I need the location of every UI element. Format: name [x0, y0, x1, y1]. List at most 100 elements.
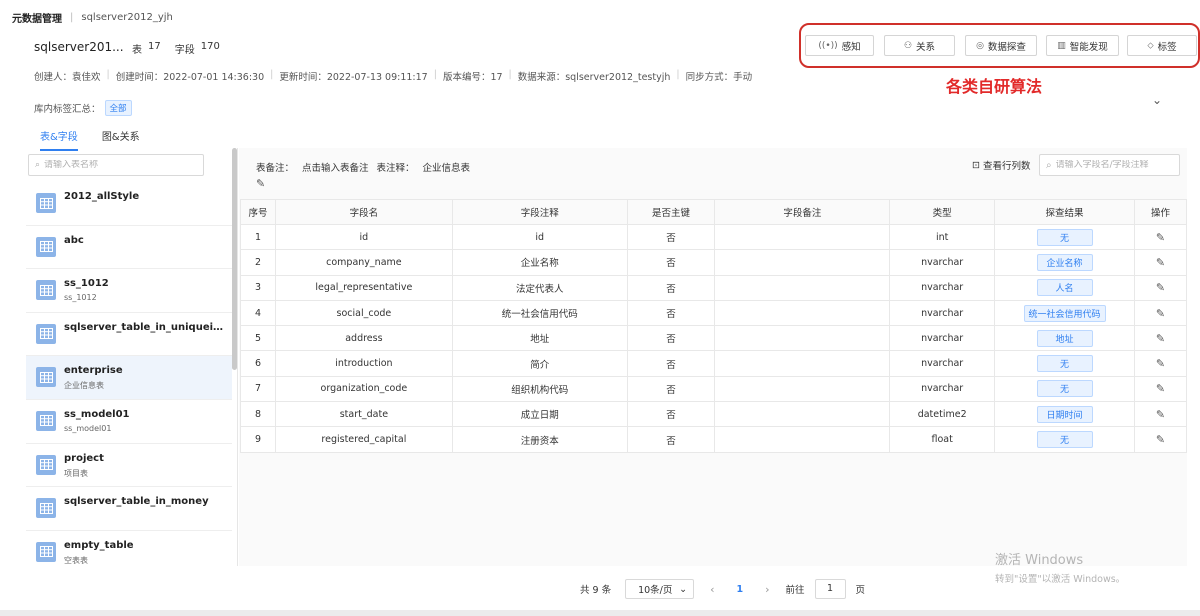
table-list-item[interactable]: sqlserver_table_in_uniqueide... [26, 313, 232, 357]
table-list-item[interactable]: 2012_allStyle [26, 182, 232, 226]
field-remark[interactable] [714, 223, 891, 251]
data-probe-button[interactable]: ◎ 数据探查 [965, 35, 1037, 56]
prev-page-icon[interactable]: ‹ [704, 583, 720, 596]
next-page-icon[interactable]: › [759, 583, 775, 596]
row-count-button[interactable]: ⊡ 查看行列数 [972, 158, 1030, 173]
edit-icon[interactable]: ✎ [1156, 408, 1165, 421]
table-list-item[interactable]: sqlserver_table_in_money [26, 487, 232, 531]
meta-sync-mode: 同步方式：手动 [685, 72, 753, 83]
field-comment: 组织机构代码 [451, 375, 628, 403]
field-remark[interactable] [714, 375, 891, 403]
edit-icon[interactable]: ✎ [1156, 307, 1165, 320]
is-primary-key: 否 [626, 249, 716, 276]
edit-icon[interactable]: ✎ [256, 177, 265, 190]
field-remark[interactable] [714, 401, 891, 428]
database-stats: 表 17 字段 170 [132, 41, 220, 56]
col-header: 类型 [889, 199, 996, 225]
table-icon [36, 280, 56, 301]
field-type: float [889, 426, 996, 453]
table-list-item[interactable]: ss_model01 ss_model01 [26, 400, 232, 444]
table-icon [36, 454, 56, 475]
field-remark[interactable] [714, 350, 891, 377]
row-number: 9 [240, 426, 276, 453]
smart-discovery-button[interactable]: ▥ 智能发现 [1046, 35, 1119, 56]
breadcrumb-root[interactable]: 元数据管理 [12, 10, 62, 25]
field-name: introduction [274, 350, 453, 377]
table-desc: ss_model01 [64, 423, 112, 433]
bar-chart-icon: ▥ [1057, 40, 1066, 51]
field-search[interactable]: ⌕ [1039, 154, 1180, 176]
field-remark[interactable] [714, 426, 891, 453]
tag-button[interactable]: ⬦ 标签 [1127, 35, 1197, 56]
edit-icon[interactable]: ✎ [1156, 357, 1165, 370]
remark-value[interactable]: 点击输入表备注 [302, 160, 369, 174]
field-remark[interactable] [714, 274, 891, 301]
probe-result-cell: 日期时间 [994, 401, 1135, 428]
edit-icon[interactable]: ✎ [1156, 281, 1165, 294]
is-primary-key: 否 [626, 375, 716, 403]
table-icon [36, 367, 56, 388]
stats-icon: ⊡ [972, 159, 980, 171]
table-name: sqlserver_table_in_money [64, 496, 209, 508]
edit-icon[interactable]: ✎ [1156, 332, 1165, 345]
tag-summary: 库内标签汇总： 全部 [34, 100, 132, 116]
probe-result-cell: 无 [994, 223, 1135, 251]
perception-button[interactable]: ((•)) 感知 [805, 35, 874, 56]
probe-result-badge: 企业名称 [1036, 253, 1093, 271]
probe-result-cell: 地址 [994, 325, 1135, 352]
target-icon: ◎ [976, 40, 984, 51]
relation-button[interactable]: ⚇ 关系 [884, 35, 955, 56]
edit-icon[interactable]: ✎ [1156, 256, 1165, 269]
table-search-input[interactable] [44, 160, 185, 170]
probe-result-cell: 企业名称 [994, 249, 1135, 276]
action-cell: ✎ [1133, 299, 1188, 327]
field-remark[interactable] [714, 249, 891, 276]
table-row: 8 start_date 成立日期否 datetime2 日期时间 ✎ [240, 401, 1188, 428]
field-comment: 简介 [451, 350, 628, 377]
page-size-select[interactable]: 10条/页 ⌄ [625, 579, 695, 599]
table-list-item[interactable]: ss_1012 ss_1012 [26, 269, 232, 313]
table-row: 2 company_name 企业名称否 nvarchar 企业名称 ✎ [240, 249, 1188, 276]
field-comment: 地址 [451, 325, 628, 352]
table-header: 序号 字段名 字段注释 是否主键 字段备注 类型 探查结果 操作 [240, 199, 1188, 225]
field-remark[interactable] [714, 325, 891, 352]
breadcrumb: 元数据管理 | sqlserver2012_yjh [12, 10, 173, 25]
search-icon: ⌕ [35, 160, 41, 170]
edit-icon[interactable]: ✎ [1156, 382, 1165, 395]
field-remark[interactable] [714, 299, 891, 327]
relation-icon: ⚇ [903, 40, 913, 51]
is-primary-key: 否 [626, 274, 716, 301]
field-type: datetime2 [889, 401, 996, 428]
bottom-bar [0, 610, 1200, 616]
probe-result-badge: 人名 [1036, 279, 1093, 297]
table-list-item[interactable]: empty_table 空表表 [26, 531, 232, 566]
current-page[interactable]: 1 [731, 584, 750, 595]
chevron-down-icon: ⌄ [679, 583, 688, 595]
table-list-item[interactable]: enterprise 企业信息表 [26, 356, 232, 400]
meta-source: 数据来源：sqlserver2012_testyjh [517, 72, 671, 83]
sidebar-scrollbar[interactable] [232, 148, 237, 370]
probe-result-badge: 无 [1036, 380, 1093, 398]
comment-value: 企业信息表 [422, 163, 471, 174]
edit-icon[interactable]: ✎ [1156, 231, 1165, 244]
table-row: 6 introduction 简介否 nvarchar 无 ✎ [240, 350, 1188, 377]
field-name: address [274, 325, 453, 352]
field-comment: 成立日期 [451, 401, 628, 428]
table-list-item[interactable]: abc [26, 226, 232, 270]
field-comment: id [451, 223, 628, 251]
chevron-down-icon[interactable]: ⌄ [1152, 93, 1162, 107]
goto-page-input[interactable]: 1 [814, 579, 846, 599]
tag-all[interactable]: 全部 [104, 100, 132, 116]
row-number: 6 [240, 350, 276, 377]
field-search-input[interactable] [1055, 160, 1166, 170]
database-name: sqlserver201... [34, 40, 124, 54]
probe-result-badge: 统一社会信用代码 [1023, 304, 1106, 322]
activation-watermark: 激活 Windows 转到"设置"以激活 Windows。 [995, 549, 1125, 585]
table-search[interactable]: ⌕ [28, 154, 204, 176]
row-number: 8 [240, 401, 276, 428]
pagination: 共 9 条 10条/页 ⌄ ‹ 1 › 前往 1 页 [580, 579, 865, 599]
table-list-item[interactable]: project 项目表 [26, 444, 232, 488]
metadata-info: 创建人：袁佳欢 | 创建时间：2022-07-01 14:36:30 | 更新时间：… [34, 69, 753, 83]
edit-icon[interactable]: ✎ [1156, 433, 1165, 446]
field-table: 序号 字段名 字段注释 是否主键 字段备注 类型 探查结果 操作 1 id id 否 i… [240, 199, 1188, 453]
